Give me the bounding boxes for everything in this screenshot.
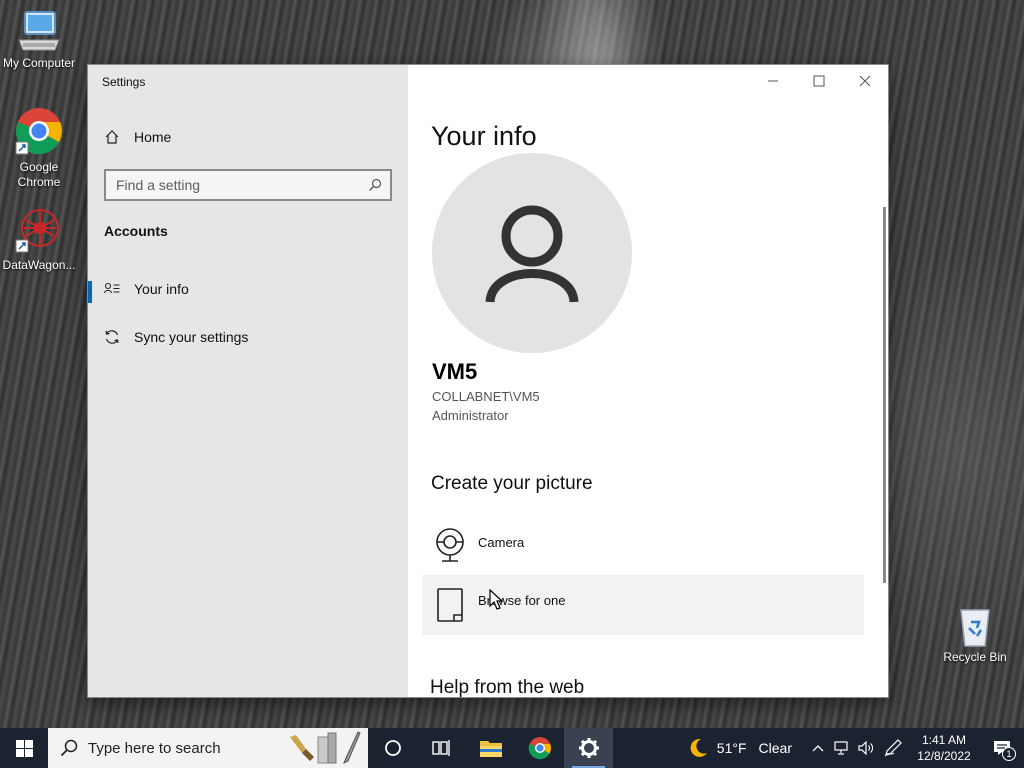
taskbar-search-input[interactable] [88,739,278,757]
person-list-icon [104,282,120,294]
file-explorer-button[interactable] [466,728,515,768]
minimize-icon [768,80,778,82]
maximize-button[interactable] [796,65,842,97]
computer-icon [18,11,60,51]
nav-item-your-info[interactable]: Your info [88,269,408,309]
settings-taskbar-button[interactable] [564,728,613,768]
notifications-button[interactable]: 1 [980,728,1024,768]
windows-logo-icon [15,739,33,757]
user-name: VM5 [432,359,478,384]
create-picture-heading: Create your picture [431,473,593,494]
user-role: Administrator [432,408,509,423]
desktop-icon-my-computer[interactable]: My Computer [0,10,78,71]
volume-button[interactable] [854,728,878,768]
settings-window: Settings Home Accounts Your info [88,65,888,697]
pen-icon [884,739,902,757]
clock[interactable]: 1:41 AM 12/8/2022 [908,728,980,768]
gear-icon [578,738,599,758]
user-icon [485,205,579,303]
settings-content-pane: Your info VM5 COLLABNET\VM5 Administrato… [408,65,888,697]
chrome-taskbar-button[interactable] [515,728,564,768]
network-icon [834,741,848,755]
clock-time: 1:41 AM [921,733,967,747]
show-hidden-icons-button[interactable] [806,728,830,768]
cortana-icon [384,740,401,756]
taskbar-search-box[interactable] [48,728,368,768]
datawagon-icon [15,209,59,253]
desktop-icon-label: My Computer [2,56,76,70]
camera-icon [436,528,464,562]
close-button[interactable] [842,65,888,97]
camera-option-label: Camera [478,535,525,550]
notification-count-badge: 1 [1002,747,1016,761]
clock-date: 12/8/2022 [917,749,971,763]
weather-widget[interactable]: 51°F Clear [687,728,806,768]
nav-section-accounts: Accounts [104,223,168,239]
search-highlight-icon [290,731,361,765]
nav-home-link[interactable]: Home [104,129,171,145]
desktop-icon-label: Google Chrome [17,160,61,189]
sync-icon [105,330,119,344]
settings-search-input[interactable] [116,177,368,193]
settings-nav-pane: Settings Home Accounts Your info [88,65,408,697]
weather-condition: Clear [758,740,792,756]
close-icon [859,75,871,87]
search-icon[interactable] [368,178,382,192]
network-button[interactable] [830,728,854,768]
pen-workspace-button[interactable] [878,728,908,768]
speaker-icon [858,741,873,755]
nav-home-label: Home [134,129,172,145]
chrome-icon [15,108,62,155]
cortana-button[interactable] [368,728,417,768]
help-from-web-heading: Help from the web [430,677,585,697]
nav-item-sync-settings[interactable]: Sync your settings [88,317,408,357]
chevron-up-icon [812,745,824,752]
task-view-button[interactable] [417,728,466,768]
search-icon [60,739,78,757]
minimize-button[interactable] [750,65,796,97]
browse-icon [437,588,463,622]
desktop-icon-datawagon[interactable]: DataWagon... [0,206,78,273]
desktop-icon-label: Recycle Bin [943,650,1007,664]
window-title: Settings [102,75,146,89]
content-scrollbar[interactable] [883,207,886,583]
weather-temp: 51°F [716,740,747,756]
user-account: COLLABNET\VM5 [432,389,540,404]
mouse-cursor-icon [489,589,504,610]
page-title: Your info [431,121,537,151]
moon-icon [690,738,707,757]
home-icon [105,130,119,144]
maximize-icon [813,75,825,87]
desktop-icon-label: DataWagon... [2,258,76,272]
nav-item-label: Sync your settings [134,329,249,345]
task-view-icon [431,740,450,756]
avatar [432,153,632,353]
nav-item-label: Your info [134,281,189,297]
recycle-bin-icon [960,609,990,647]
desktop-icon-google-chrome[interactable]: Google Chrome [0,106,78,190]
desktop-icon-recycle-bin[interactable]: Recycle Bin [936,604,1014,665]
folder-icon [479,741,502,757]
start-button[interactable] [0,728,48,768]
taskbar: 51°F Clear 1:41 AM 12/8/2022 [0,728,1024,768]
settings-search[interactable] [104,169,392,201]
chrome-icon [528,737,551,760]
camera-option[interactable]: Camera [422,517,864,577]
system-tray: 51°F Clear 1:41 AM 12/8/2022 1 [687,728,1024,768]
